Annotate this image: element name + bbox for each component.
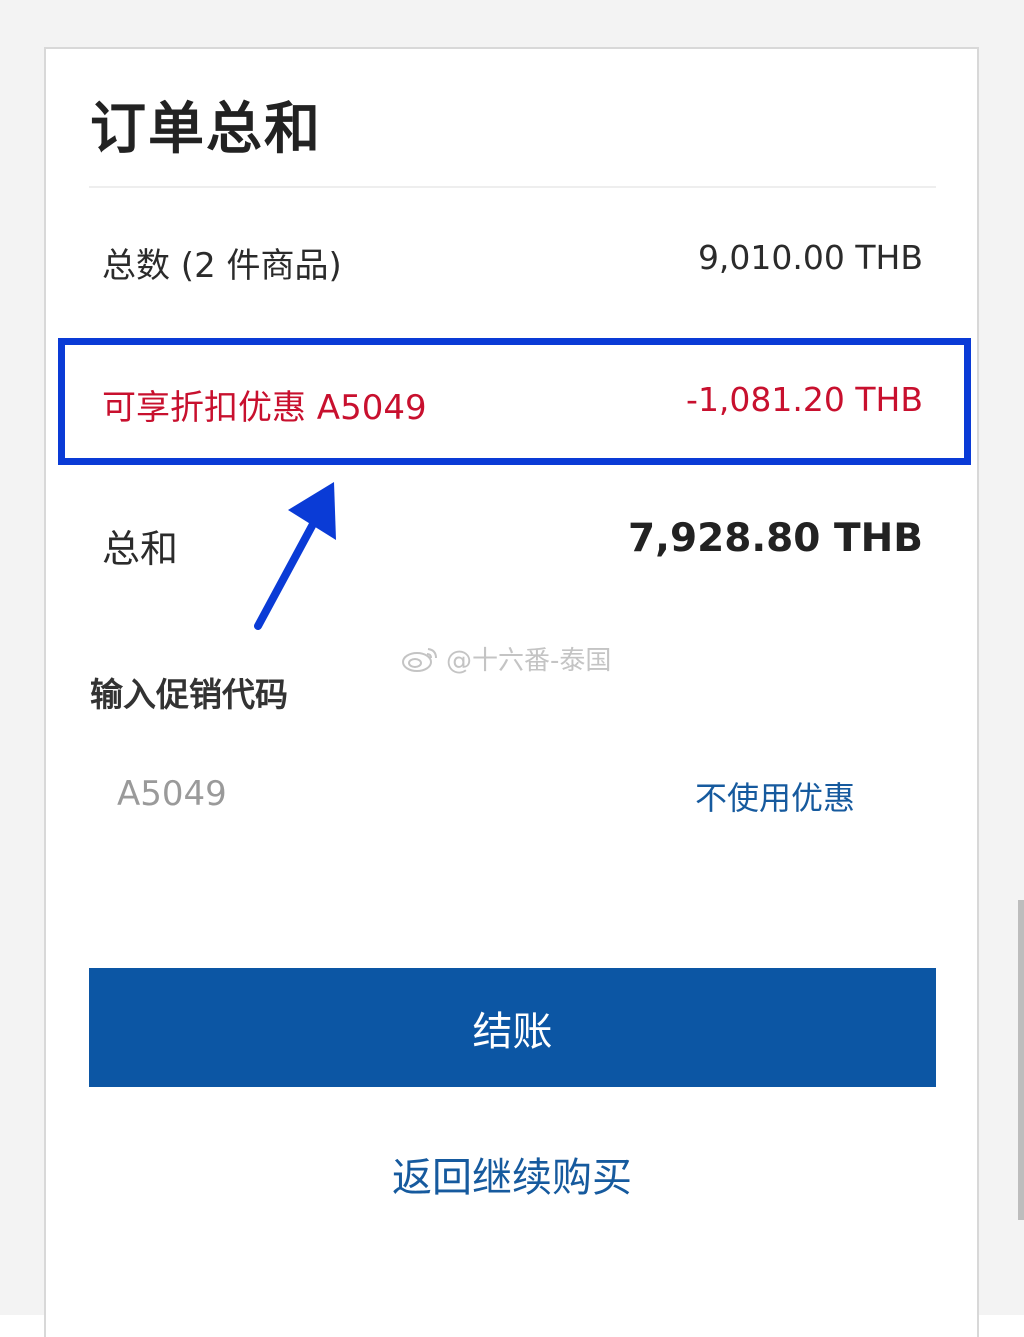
subtotal-value: 9,010.00 THB <box>697 238 923 277</box>
remove-promo-link[interactable]: 不使用优惠 <box>695 773 855 819</box>
subtotal-label: 总数 (2 件商品) <box>102 246 342 286</box>
promo-code-title: 输入促销代码 <box>90 675 288 714</box>
promo-code-input[interactable] <box>117 770 517 818</box>
discount-highlight-box <box>58 338 971 465</box>
page-title: 订单总和 <box>90 97 322 162</box>
weibo-logo-icon <box>402 647 437 672</box>
watermark: @十六番-泰国 <box>400 640 611 677</box>
total-value: 7,928.80 THB <box>628 516 923 561</box>
checkout-button[interactable]: 结账 <box>89 968 936 1087</box>
promo-code-area <box>89 735 936 915</box>
watermark-text: @十六番-泰国 <box>446 646 612 676</box>
scrollbar[interactable] <box>1018 900 1024 1220</box>
annotation-arrow-icon <box>254 482 336 630</box>
title-divider <box>89 186 936 188</box>
continue-shopping-link[interactable]: 返回继续购买 <box>0 1145 1024 1203</box>
total-label: 总和 <box>102 527 179 571</box>
